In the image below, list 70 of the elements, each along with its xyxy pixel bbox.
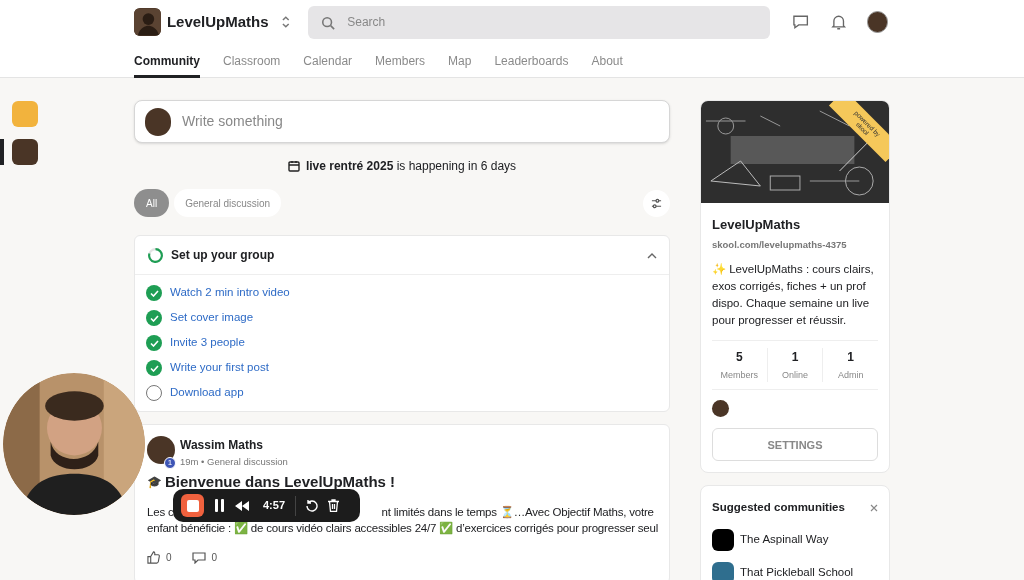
stat-value: 1: [791, 348, 799, 366]
community-switch-item[interactable]: [0, 139, 38, 165]
bell-icon[interactable]: [831, 13, 847, 31]
filter-chip[interactable]: General discussion: [174, 189, 282, 217]
nav-tab[interactable]: Community: [134, 44, 200, 78]
community-icon[interactable]: [12, 139, 38, 165]
author-name[interactable]: Wassim Maths: [180, 436, 288, 454]
stop-button[interactable]: [181, 494, 204, 517]
nav-tab[interactable]: Classroom: [223, 44, 281, 78]
member-avatar[interactable]: [712, 400, 729, 418]
switcher-icon[interactable]: [280, 15, 291, 29]
calendar-icon: [287, 160, 300, 172]
setup-title: Set up your group: [171, 247, 275, 264]
user-avatar[interactable]: [866, 11, 888, 33]
stat-label: Online: [782, 368, 808, 382]
stat-label: Members: [720, 368, 759, 382]
comment-count: 0: [211, 550, 218, 565]
community-logo[interactable]: [134, 8, 161, 36]
nav-tab[interactable]: About: [591, 44, 623, 78]
user-avatar: [145, 107, 171, 136]
post-text: Les c: [147, 505, 174, 521]
community-name[interactable]: LevelUpMaths: [166, 10, 269, 34]
community-link[interactable]: That Pickleball School: [740, 563, 854, 580]
community-url[interactable]: skool.com/levelupmaths-4375: [712, 237, 878, 252]
post-meta: 19m • General discussion: [180, 455, 288, 469]
stat-label: Admin: [837, 368, 864, 382]
close-icon[interactable]: [870, 503, 878, 512]
search-field[interactable]: Search: [308, 5, 771, 39]
graduation-cap-icon: 🎓: [147, 472, 162, 491]
post-text: enfant bénéficie : ✅ de cours vidéo clairs accessibles 24/7 ✅ d’exercices corrigés pour progresser seul: [147, 522, 659, 535]
post-input[interactable]: Write something: [182, 111, 659, 132]
like-count: 0: [166, 550, 172, 565]
filter-chip[interactable]: All: [134, 189, 170, 217]
rewind-icon[interactable]: [235, 500, 249, 511]
task-link[interactable]: Watch 2 min intro video: [170, 284, 290, 302]
task-link[interactable]: Invite 3 people: [170, 334, 245, 352]
filter-settings-button[interactable]: [643, 189, 670, 217]
post-text: nt limités dans le temps ⏳…Avec Objectif Maths, votre: [381, 505, 654, 521]
composer-field[interactable]: Write something: [134, 100, 670, 143]
settings-button[interactable]: SETTINGS: [712, 428, 878, 462]
sliders-icon: [651, 197, 662, 209]
task-link[interactable]: Download app: [170, 384, 244, 402]
chat-icon[interactable]: [792, 14, 810, 30]
nav-tab[interactable]: Members: [375, 44, 426, 78]
trash-icon[interactable]: [328, 499, 340, 512]
event-banner[interactable]: live rentré 2025 is happening in 6 days: [305, 157, 517, 175]
post-card[interactable]: [134, 424, 670, 580]
task-link[interactable]: Set cover image: [170, 309, 254, 327]
recording-time: 4:57: [263, 498, 286, 514]
community-icon[interactable]: [712, 528, 734, 551]
chevron-icon[interactable]: [647, 251, 657, 259]
progress-ring-icon: [147, 246, 164, 264]
pause-icon[interactable]: [214, 499, 225, 512]
stat-value: 1: [847, 348, 854, 366]
author-avatar[interactable]: [147, 436, 175, 464]
community-link[interactable]: The Aspinall Way: [740, 530, 829, 549]
community-title: LevelUpMaths: [712, 216, 802, 234]
suggested-title: Suggested communities: [712, 500, 845, 516]
restart-icon[interactable]: [306, 499, 319, 512]
nav-tab[interactable]: Map: [448, 44, 472, 78]
like-icon[interactable]: [147, 550, 160, 564]
community-description: ✨ LevelUpMaths : cours clairs, exos corrigés, fiches + un prof dispo. Chaque semaine un live pour progresser et réussir.: [712, 261, 875, 328]
search-icon: [321, 15, 336, 30]
nav-tab[interactable]: Leaderboards: [494, 44, 569, 78]
post-title[interactable]: Bienvenue dans LevelUpMaths !: [165, 473, 396, 491]
comment-icon[interactable]: [191, 550, 206, 564]
level-badge: 1: [164, 457, 176, 469]
task-link[interactable]: Write your first post: [170, 359, 269, 377]
nav-tab[interactable]: Calendar: [303, 44, 353, 78]
stat-value: 5: [736, 348, 743, 366]
